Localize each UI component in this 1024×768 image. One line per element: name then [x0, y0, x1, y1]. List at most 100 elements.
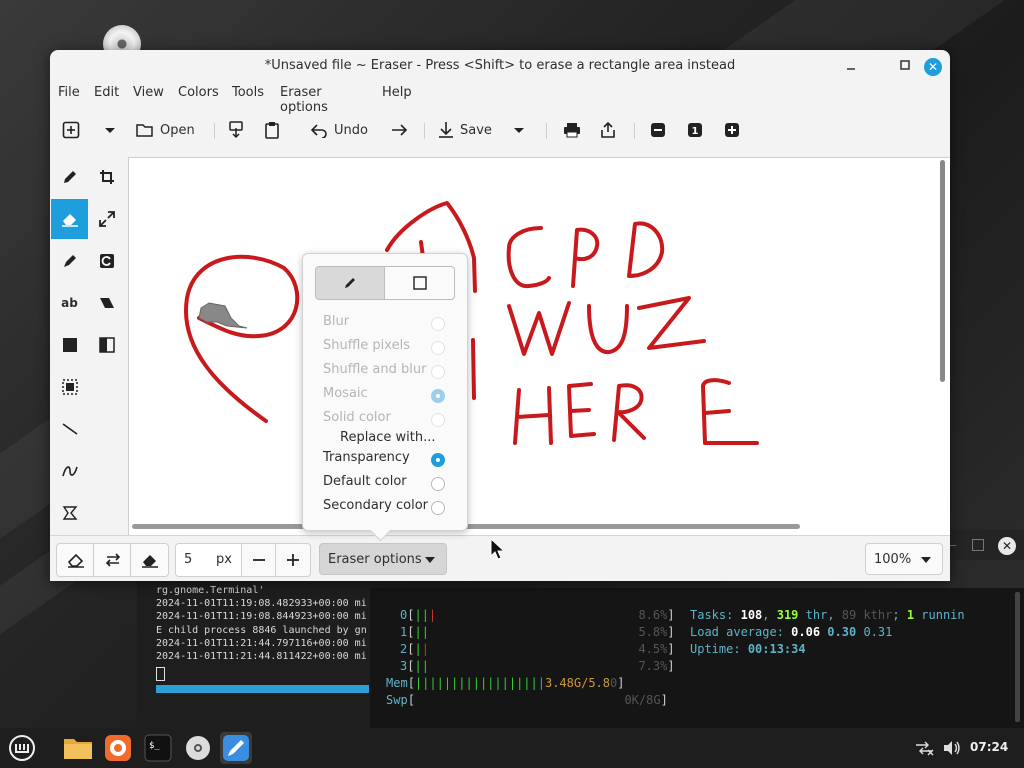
- svg-text:$_: $_: [149, 741, 160, 751]
- menu-help[interactable]: Help: [382, 85, 412, 100]
- rotate-tool[interactable]: [88, 241, 125, 281]
- drawing-canvas[interactable]: [128, 157, 950, 537]
- zoom-reset-button[interactable]: 1: [687, 117, 703, 143]
- log-line: 2024-11-01T11:21:44.811422+00:00 mi: [156, 651, 367, 663]
- import-button[interactable]: [228, 117, 244, 143]
- save-dropdown-button[interactable]: [512, 117, 526, 143]
- line-icon: [62, 423, 77, 435]
- menu-view[interactable]: View: [133, 85, 164, 100]
- terminal-close-icon[interactable]: ✕: [998, 537, 1016, 555]
- share-button[interactable]: [600, 117, 616, 143]
- size-decrease-button[interactable]: [241, 543, 277, 577]
- rotate-icon: [99, 254, 114, 268]
- undo-button[interactable]: Undo: [310, 117, 368, 143]
- menu-eraser-options[interactable]: Eraser options: [280, 85, 328, 115]
- filters-icon: [99, 298, 114, 308]
- option-secondary-color[interactable]: Secondary color: [323, 498, 447, 518]
- open-button[interactable]: Open: [136, 117, 195, 143]
- option-blur[interactable]: Blur: [323, 314, 447, 334]
- tools-sidebar: ab: [50, 156, 128, 532]
- radio-button[interactable]: [431, 477, 445, 491]
- radio-button[interactable]: [431, 389, 445, 403]
- option-shuffle-and-blur[interactable]: Shuffle and blur: [323, 362, 447, 382]
- new-button[interactable]: [62, 117, 80, 143]
- filters-tool[interactable]: [88, 283, 125, 323]
- radio-button[interactable]: [431, 317, 445, 331]
- option-mosaic[interactable]: Mosaic: [323, 386, 447, 406]
- pencil-icon: [345, 278, 355, 288]
- zoom-in-button[interactable]: [724, 117, 740, 143]
- option-label: Transparency: [323, 450, 410, 465]
- drawing-icon[interactable]: [220, 732, 252, 764]
- radio-button[interactable]: [431, 501, 445, 515]
- maximize-icon[interactable]: [896, 58, 914, 76]
- clipboard-icon: [265, 122, 279, 139]
- terminal-icon[interactable]: $_: [142, 732, 174, 764]
- network-icon[interactable]: [912, 732, 936, 764]
- save-button[interactable]: Save: [438, 117, 492, 143]
- option-default-color[interactable]: Default color: [323, 474, 447, 494]
- close-icon[interactable]: ✕: [924, 58, 942, 76]
- rectangle-tool[interactable]: [51, 325, 88, 365]
- swap-button[interactable]: [93, 543, 132, 577]
- radio-button[interactable]: [431, 341, 445, 355]
- text-tool[interactable]: ab: [51, 283, 88, 323]
- scale-tool[interactable]: [88, 199, 125, 239]
- freehand-mode-button[interactable]: [315, 266, 385, 300]
- uptime-value: 00:13:34: [747, 642, 806, 656]
- cpu-pct: 8.6%: [638, 608, 668, 622]
- clock[interactable]: 07:24: [970, 740, 1008, 754]
- volume-icon[interactable]: [940, 732, 964, 764]
- load-15: 0.31: [863, 625, 893, 639]
- erase-button[interactable]: [56, 543, 95, 577]
- print-button[interactable]: [563, 117, 581, 143]
- highlighter-tool[interactable]: [51, 241, 88, 281]
- disc-icon[interactable]: [182, 732, 214, 764]
- zoom-out-button[interactable]: [650, 117, 666, 143]
- eraser-options-popover: Blur Shuffle pixels Shuffle and blur Mos…: [302, 253, 468, 542]
- menu-colors[interactable]: Colors: [178, 85, 219, 100]
- minimize-icon[interactable]: [842, 58, 860, 76]
- option-solid-color[interactable]: Solid color: [323, 410, 447, 430]
- menu-file[interactable]: File: [58, 85, 80, 100]
- eraser-mode-button[interactable]: [130, 543, 169, 577]
- eraser-options-button[interactable]: Eraser options: [319, 543, 447, 575]
- eraser-options-label: Eraser options: [328, 551, 422, 567]
- option-transparency[interactable]: Transparency: [323, 450, 447, 470]
- terminal-maximize-icon[interactable]: [972, 539, 984, 551]
- htop-pane[interactable]: 0[||| 8.6%] 1[|| 5.8%] 2[|| 4.5%] 3[|| 7…: [370, 588, 1024, 728]
- kthread-count: 89: [841, 608, 857, 622]
- rectangle-mode-button[interactable]: [384, 266, 455, 300]
- line-tool[interactable]: [51, 409, 88, 449]
- radio-button[interactable]: [431, 453, 445, 467]
- terminal-cursor: [156, 667, 165, 682]
- option-shuffle-pixels[interactable]: Shuffle pixels: [323, 338, 447, 358]
- pencil-tool[interactable]: [51, 157, 88, 197]
- skew-tool[interactable]: [88, 325, 125, 365]
- crop-tool[interactable]: [88, 157, 125, 197]
- selection-tool[interactable]: [51, 367, 88, 407]
- menu-icon[interactable]: [6, 732, 38, 764]
- window-title: *Unsaved file ~ Eraser - Press <Shift> t…: [264, 58, 736, 73]
- size-increase-button[interactable]: [275, 543, 311, 577]
- zoom-dropdown[interactable]: 100%: [865, 543, 943, 575]
- new-dropdown-button[interactable]: [103, 117, 117, 143]
- firefox-icon[interactable]: [102, 732, 134, 764]
- menu-edit[interactable]: Edit: [94, 85, 119, 100]
- paste-button[interactable]: [264, 117, 280, 143]
- size-unit: px: [216, 552, 232, 567]
- terminal-scrollbar[interactable]: [1015, 592, 1020, 722]
- toolbar-separator: [546, 123, 547, 139]
- canvas-vertical-scrollbar[interactable]: [940, 160, 945, 382]
- terminal-log-pane[interactable]: rg.gnome.Terminal' 2024-11-01T11:19:08.4…: [137, 578, 369, 728]
- eraser-tool[interactable]: [51, 199, 88, 239]
- redo-button[interactable]: [390, 117, 408, 143]
- curve-tool[interactable]: [51, 451, 88, 491]
- radio-button[interactable]: [431, 413, 445, 427]
- files-icon[interactable]: [62, 732, 94, 764]
- radio-button[interactable]: [431, 365, 445, 379]
- free-shape-tool[interactable]: [51, 493, 88, 533]
- size-field[interactable]: 5 px: [175, 543, 243, 577]
- text-icon: ab: [61, 296, 78, 310]
- menu-tools[interactable]: Tools: [232, 85, 264, 100]
